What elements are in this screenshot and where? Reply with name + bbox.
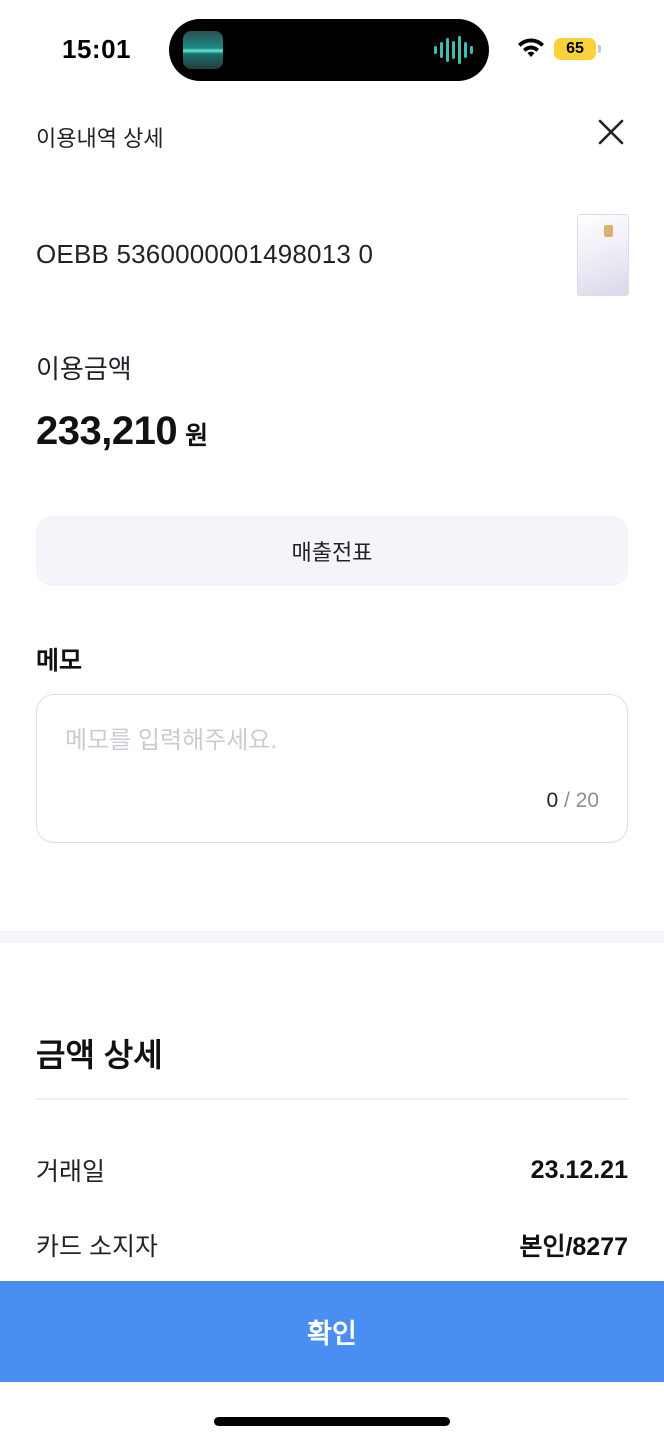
amount-label: 이용금액 [36,354,132,384]
memo-field[interactable]: 0 / 20 [36,694,628,843]
amount-unit: 원 [185,422,209,450]
credit-card-image [577,214,629,296]
card-number: OEBB 5360000001498013 0 [36,239,374,269]
battery-tip [598,45,601,53]
now-playing-artwork [183,31,223,69]
amount-value: 233,210 [36,409,178,453]
sales-receipt-button[interactable]: 매출전표 [36,516,628,586]
detail-value: 본인/8277 [519,1233,628,1261]
wifi-icon [518,38,544,57]
section-divider [0,931,664,943]
memo-char-max: / 20 [563,789,599,812]
battery-level: 65 [554,38,596,60]
home-indicator[interactable] [214,1417,450,1426]
usage-detail-screen: 15:01 65 이용내역 상세 OEBB 5360000001498013 0… [0,0,664,1440]
close-icon [598,119,624,145]
detail-label: 카드 소지자 [36,1233,158,1261]
memo-char-count: 0 [546,789,559,812]
card-brand-mark [613,253,627,287]
page-title: 이용내역 상세 [36,126,164,151]
detail-row-card-holder: 카드 소지자 본인/8277 [36,1227,628,1263]
status-time: 15:01 [62,34,131,64]
amount-detail-title: 금액 상세 [36,1037,163,1073]
amount-row: 233,210 원 [36,409,208,454]
detail-divider [36,1098,628,1100]
dynamic-island [169,19,489,81]
audio-waveform-icon [434,36,473,64]
status-indicators: 65 [516,36,606,64]
confirm-button[interactable]: 확인 [0,1281,664,1382]
detail-label: 거래일 [36,1158,106,1186]
detail-row-transaction-date: 거래일 23.12.21 [36,1152,628,1188]
memo-label: 메모 [36,647,83,675]
close-button[interactable] [594,115,628,149]
detail-value: 23.12.21 [530,1155,628,1184]
memo-input[interactable] [65,721,595,761]
card-chip-icon [604,225,613,237]
memo-char-counter: 0 / 20 [546,789,599,813]
